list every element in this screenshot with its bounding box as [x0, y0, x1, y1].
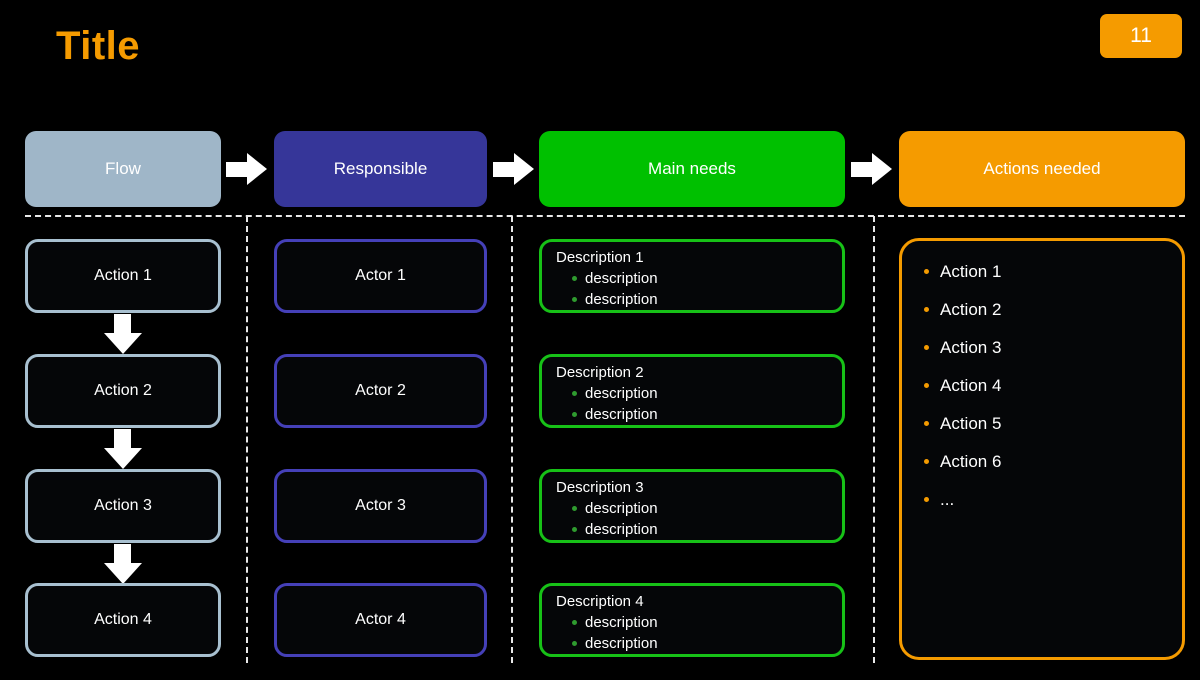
list-item: Action 2	[924, 301, 1182, 318]
vertical-divider	[246, 216, 248, 663]
actor-label: Actor 2	[355, 382, 406, 399]
list-item: Action 4	[924, 377, 1182, 394]
arrow-shaft	[114, 314, 131, 335]
arrow-head	[104, 448, 142, 469]
description-box[interactable]: Description 2 description description	[539, 354, 845, 428]
page-title: Title	[56, 24, 141, 68]
description-bullet: description	[572, 519, 842, 540]
description-title: Description 1	[556, 249, 644, 266]
description-title: Description 3	[556, 479, 644, 496]
arrow-right-icon	[851, 153, 892, 186]
flow-step-label: Action 1	[94, 267, 152, 284]
arrow-right-icon	[226, 153, 267, 186]
header-label: Main needs	[648, 159, 736, 178]
flow-step-box[interactable]: Action 4	[25, 583, 221, 657]
flow-step-label: Action 2	[94, 382, 152, 399]
actor-label: Actor 1	[355, 267, 406, 284]
description-title: Description 4	[556, 593, 644, 610]
flow-step-label: Action 4	[94, 611, 152, 628]
actor-label: Actor 4	[355, 611, 406, 628]
arrow-shaft	[851, 162, 873, 177]
description-bullet: description	[572, 268, 842, 289]
horizontal-divider	[25, 215, 1185, 217]
arrow-down-icon	[104, 429, 142, 469]
description-bullet: description	[572, 633, 842, 654]
list-item: ...	[924, 491, 1182, 508]
list-item: Action 5	[924, 415, 1182, 432]
arrow-shaft	[226, 162, 248, 177]
description-bullet-list: description description	[556, 268, 842, 310]
header-label: Actions needed	[983, 159, 1101, 178]
description-bullet-list: description description	[556, 498, 842, 540]
list-item: Action 1	[924, 263, 1182, 280]
flow-step-box[interactable]: Action 2	[25, 354, 221, 428]
description-bullet-list: description description	[556, 612, 842, 654]
header-column-main-needs[interactable]: Main needs	[539, 131, 845, 207]
header-label: Responsible	[333, 159, 428, 178]
description-bullet: description	[572, 498, 842, 519]
page-number-badge: 11	[1100, 14, 1182, 58]
description-bullet: description	[572, 383, 842, 404]
arrow-shaft	[114, 429, 131, 450]
arrow-right-icon	[493, 153, 534, 186]
flow-step-box[interactable]: Action 3	[25, 469, 221, 543]
arrow-head	[104, 333, 142, 354]
vertical-divider	[511, 216, 513, 663]
actor-label: Actor 3	[355, 497, 406, 514]
description-bullet: description	[572, 612, 842, 633]
actor-box[interactable]: Actor 1	[274, 239, 487, 313]
arrow-head	[247, 153, 267, 185]
description-bullet: description	[572, 404, 842, 425]
arrow-head	[104, 563, 142, 584]
list-item: Action 3	[924, 339, 1182, 356]
page-number-label: 11	[1130, 24, 1152, 47]
description-box[interactable]: Description 1 description description	[539, 239, 845, 313]
arrow-shaft	[493, 162, 515, 177]
actions-needed-panel[interactable]: Action 1 Action 2 Action 3 Action 4 Acti…	[899, 238, 1185, 660]
description-box[interactable]: Description 4 description description	[539, 583, 845, 657]
arrow-shaft	[114, 544, 131, 565]
actor-box[interactable]: Actor 3	[274, 469, 487, 543]
header-label: Flow	[105, 159, 141, 178]
header-column-actions-needed[interactable]: Actions needed	[899, 131, 1185, 207]
header-column-flow[interactable]: Flow	[25, 131, 221, 207]
flow-step-label: Action 3	[94, 497, 152, 514]
actor-box[interactable]: Actor 2	[274, 354, 487, 428]
description-bullet: description	[572, 289, 842, 310]
arrow-head	[872, 153, 892, 185]
arrow-down-icon	[104, 314, 142, 354]
list-item: Action 6	[924, 453, 1182, 470]
flow-step-box[interactable]: Action 1	[25, 239, 221, 313]
vertical-divider	[873, 216, 875, 663]
arrow-head	[514, 153, 534, 185]
arrow-down-icon	[104, 544, 142, 584]
description-bullet-list: description description	[556, 383, 842, 425]
description-box[interactable]: Description 3 description description	[539, 469, 845, 543]
actor-box[interactable]: Actor 4	[274, 583, 487, 657]
description-title: Description 2	[556, 364, 644, 381]
header-column-responsible[interactable]: Responsible	[274, 131, 487, 207]
actions-needed-list: Action 1 Action 2 Action 3 Action 4 Acti…	[924, 263, 1182, 508]
